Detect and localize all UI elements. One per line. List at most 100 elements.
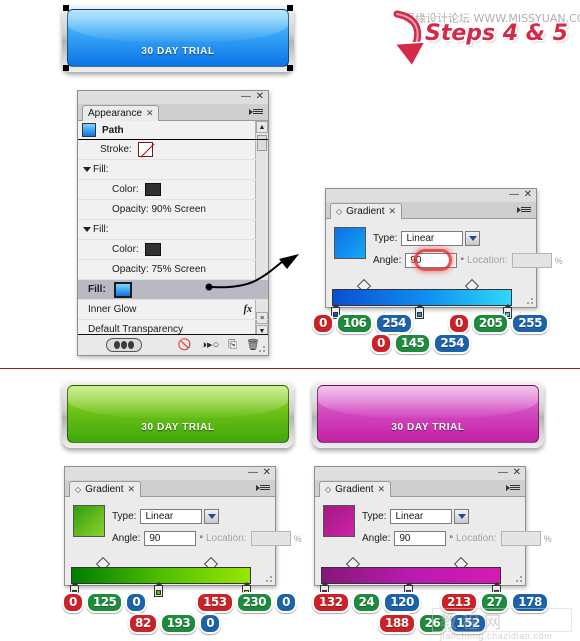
gradient-type-select[interactable]: Linear (390, 509, 453, 524)
rgb-green-value: 230 (235, 592, 274, 613)
duplicate-item-icon[interactable]: ⎘ (228, 339, 237, 351)
green-trial-button[interactable]: 30 DAY TRIAL (62, 380, 294, 454)
close-icon[interactable]: ✕ (256, 92, 264, 102)
rgb-red-value: 188 (378, 613, 416, 634)
color-2-swatch[interactable] (144, 243, 161, 256)
rgb-blue-value: 254 (375, 313, 413, 334)
button-gloss-overlay (68, 10, 288, 43)
gradient-color-stop-mid[interactable] (154, 582, 163, 597)
gradient-type-value: Linear (395, 511, 424, 522)
type-label: Type: (112, 511, 137, 522)
path-thumbnail-swatch (82, 123, 96, 137)
close-icon[interactable]: ✕ (263, 468, 271, 478)
gradient-blue-titlebar[interactable]: — ✕ (326, 189, 536, 202)
no-stroke-icon[interactable] (137, 142, 153, 157)
panel-menu-icon[interactable] (506, 481, 522, 494)
appearance-row-path[interactable]: Path (78, 121, 268, 140)
resize-grip[interactable] (266, 576, 273, 583)
tab-gradient-pink[interactable]: ◇ Gradient ✕ (319, 481, 392, 497)
chevron-down-icon[interactable] (454, 509, 470, 524)
location-input[interactable] (250, 531, 291, 546)
appearance-row-fill-group-1[interactable]: Fill: (78, 160, 268, 180)
selection-handle-br[interactable] (287, 65, 293, 71)
angle-input[interactable]: 90 (394, 531, 447, 546)
panel-menu-icon[interactable] (249, 105, 265, 118)
selection-handle-tr[interactable] (287, 5, 293, 11)
type-label: Type: (362, 511, 387, 522)
rgb-red-value: 153 (196, 592, 234, 613)
gradient-color-stop-mid[interactable] (415, 304, 424, 319)
fill-selected-swatch[interactable] (113, 281, 132, 298)
rgb-blue-value: 120 (383, 592, 421, 613)
selection-handle-bl[interactable] (63, 65, 69, 71)
minimize-icon[interactable]: — (241, 92, 251, 102)
chevron-down-icon[interactable] (83, 167, 91, 172)
color-1-swatch[interactable] (144, 183, 161, 196)
resize-grip[interactable] (516, 576, 523, 583)
chevron-down-icon[interactable] (465, 231, 481, 246)
color-1-label: Color: (112, 184, 139, 195)
gradient-pink-preview-swatch[interactable] (323, 505, 355, 537)
tab-close-icon[interactable]: ✕ (146, 108, 154, 119)
fx-icon[interactable]: fx (244, 304, 252, 315)
pink-trial-button[interactable]: 30 DAY TRIAL (312, 380, 544, 454)
gradient-panel-blue[interactable]: — ✕ ◇ Gradient ✕ Type: Linear Angle: 90 … (325, 188, 563, 319)
rgb-green-right: 153 230 0 (196, 592, 297, 613)
appearance-row-stroke[interactable]: Stroke: (78, 140, 268, 160)
chevron-down-icon-2[interactable] (83, 227, 91, 232)
gradient-type-select[interactable]: Linear (140, 509, 203, 524)
panel-menu-icon[interactable] (517, 203, 533, 216)
minimize-icon[interactable]: — (248, 468, 258, 478)
gradient-type-value: Linear (145, 511, 174, 522)
gradient-type-value: Linear (406, 233, 435, 244)
appearance-row-inner-glow[interactable]: Inner Glow fx (78, 300, 268, 320)
gradient-type-select[interactable]: Linear (401, 231, 464, 246)
gradient-pink-titlebar[interactable]: — ✕ (315, 467, 525, 480)
resize-grip[interactable] (527, 298, 534, 305)
gradient-diamond-icon: ◇ (75, 485, 82, 494)
appearance-panel[interactable]: — ✕ Appearance ✕ ▲ ≡ ▼ Path Stroke: Fill… (77, 90, 269, 356)
reduce-to-basic-appearance-icon[interactable]: ◑▸○ (200, 339, 219, 351)
chevron-down-icon[interactable] (204, 509, 220, 524)
close-icon[interactable]: ✕ (524, 190, 532, 200)
appearance-row-fill-group-2[interactable]: Fill: (78, 220, 268, 240)
gradient-blue-preview-swatch[interactable] (334, 227, 366, 259)
rgb-blue-right: 0 205 255 (448, 313, 549, 334)
toggle-visibility-pill-icon[interactable] (106, 338, 142, 352)
tab-gradient-green[interactable]: ◇ Gradient ✕ (69, 481, 142, 497)
tab-close-icon[interactable]: ✕ (378, 484, 386, 495)
opacity-2-text: Opacity: 75% Screen (112, 264, 206, 275)
appearance-target-label: Path (102, 124, 124, 136)
tab-close-icon[interactable]: ✕ (389, 206, 397, 217)
tab-gradient-blue[interactable]: ◇ Gradient ✕ (330, 203, 403, 219)
angle-input[interactable]: 90 (405, 253, 458, 268)
location-input[interactable] (511, 253, 552, 268)
rgb-blue-value: 0 (125, 592, 148, 613)
angle-value: 90 (410, 255, 422, 266)
minimize-icon[interactable]: — (509, 190, 519, 200)
tab-gradient-blue-label: Gradient (346, 206, 385, 217)
gradient-panel-pink[interactable]: — ✕ ◇ Gradient ✕ Type: Linear Angle: 90 … (314, 466, 552, 597)
appearance-row-color-1[interactable]: Color: (78, 180, 268, 200)
close-icon[interactable]: ✕ (513, 468, 521, 478)
selection-handle-tl[interactable] (63, 5, 69, 11)
gradient-green-preview-swatch[interactable] (73, 505, 105, 537)
rgb-green-value: 145 (393, 333, 432, 354)
panel-menu-icon[interactable] (256, 481, 272, 494)
delete-item-icon[interactable]: 🗑 (246, 339, 260, 351)
opacity-1-text: Opacity: 90% Screen (112, 204, 206, 215)
blue-trial-button[interactable]: 30 DAY TRIAL (62, 4, 294, 78)
rgb-red-value: 0 (62, 592, 84, 613)
resize-grip[interactable] (259, 346, 266, 353)
clear-appearance-icon[interactable]: 🚫 (178, 339, 192, 351)
angle-input[interactable]: 90 (144, 531, 197, 546)
gradient-green-titlebar[interactable]: — ✕ (65, 467, 275, 480)
tab-close-icon[interactable]: ✕ (128, 484, 136, 495)
gradient-panel-green[interactable]: — ✕ ◇ Gradient ✕ Type: Linear Angle: 90 … (64, 466, 302, 597)
tab-appearance[interactable]: Appearance ✕ (82, 105, 160, 121)
fill-group-1-label: Fill: (93, 164, 109, 175)
appearance-row-opacity-1[interactable]: Opacity: 90% Screen (78, 200, 268, 220)
minimize-icon[interactable]: — (498, 468, 508, 478)
appearance-panel-titlebar[interactable]: — ✕ (78, 91, 268, 104)
location-input[interactable] (500, 531, 541, 546)
